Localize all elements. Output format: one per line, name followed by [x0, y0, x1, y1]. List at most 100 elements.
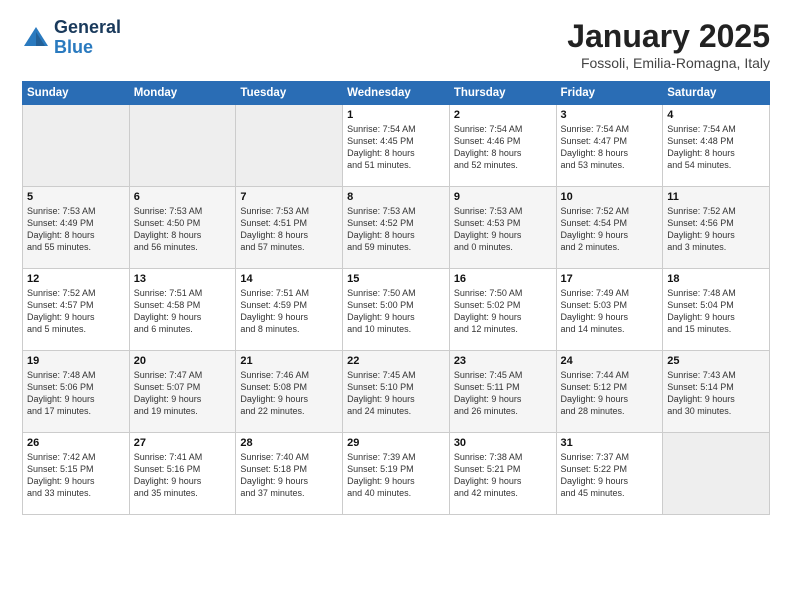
- day-info: Sunrise: 7:52 AM Sunset: 4:54 PM Dayligh…: [561, 205, 659, 254]
- day-info: Sunrise: 7:44 AM Sunset: 5:12 PM Dayligh…: [561, 369, 659, 418]
- day-info: Sunrise: 7:54 AM Sunset: 4:48 PM Dayligh…: [667, 123, 765, 172]
- calendar-subtitle: Fossoli, Emilia-Romagna, Italy: [567, 55, 770, 71]
- page: General Blue January 2025 Fossoli, Emili…: [0, 0, 792, 612]
- logo: General Blue: [22, 18, 121, 58]
- day-info: Sunrise: 7:47 AM Sunset: 5:07 PM Dayligh…: [134, 369, 232, 418]
- day-number: 16: [454, 273, 552, 285]
- day-number: 23: [454, 355, 552, 367]
- day-info: Sunrise: 7:38 AM Sunset: 5:21 PM Dayligh…: [454, 451, 552, 500]
- day-info: Sunrise: 7:52 AM Sunset: 4:56 PM Dayligh…: [667, 205, 765, 254]
- calendar-cell: 1 Sunrise: 7:54 AM Sunset: 4:45 PM Daylig…: [343, 105, 450, 187]
- calendar-cell: 2 Sunrise: 7:54 AM Sunset: 4:46 PM Daylig…: [449, 105, 556, 187]
- logo-general-text: General: [54, 18, 121, 38]
- day-number: 12: [27, 273, 125, 285]
- weekday-header-sunday: Sunday: [23, 82, 130, 105]
- weekday-header-tuesday: Tuesday: [236, 82, 343, 105]
- day-info: Sunrise: 7:48 AM Sunset: 5:06 PM Dayligh…: [27, 369, 125, 418]
- day-number: 22: [347, 355, 445, 367]
- day-number: 29: [347, 437, 445, 449]
- day-number: 10: [561, 191, 659, 203]
- day-number: 15: [347, 273, 445, 285]
- day-info: Sunrise: 7:54 AM Sunset: 4:46 PM Dayligh…: [454, 123, 552, 172]
- calendar-cell: 12 Sunrise: 7:52 AM Sunset: 4:57 PM Dayli…: [23, 269, 130, 351]
- calendar-week-2: 5 Sunrise: 7:53 AM Sunset: 4:49 PM Daylig…: [23, 187, 770, 269]
- weekday-header-saturday: Saturday: [663, 82, 770, 105]
- calendar-cell: 3Sunrise: 7:54 AM Sunset: 4:47 PM Daylig…: [556, 105, 663, 187]
- day-info: Sunrise: 7:50 AM Sunset: 5:00 PM Dayligh…: [347, 287, 445, 336]
- calendar-cell: 7 Sunrise: 7:53 AM Sunset: 4:51 PM Daylig…: [236, 187, 343, 269]
- weekday-header-friday: Friday: [556, 82, 663, 105]
- day-info: Sunrise: 7:45 AM Sunset: 5:11 PM Dayligh…: [454, 369, 552, 418]
- day-number: 9: [454, 191, 552, 203]
- day-number: 7: [240, 191, 338, 203]
- day-number: 11: [667, 191, 765, 203]
- calendar-cell: 19 Sunrise: 7:48 AM Sunset: 5:06 PM Dayli…: [23, 351, 130, 433]
- header-row: SundayMondayTuesdayWednesdayThursdayFrid…: [23, 82, 770, 105]
- day-number: 1: [347, 109, 445, 121]
- day-info: Sunrise: 7:46 AM Sunset: 5:08 PM Dayligh…: [240, 369, 338, 418]
- calendar-title: January 2025: [567, 18, 770, 55]
- day-number: 2: [454, 109, 552, 121]
- calendar-cell: 17 Sunrise: 7:49 AM Sunset: 5:03 PM Dayli…: [556, 269, 663, 351]
- day-info: Sunrise: 7:40 AM Sunset: 5:18 PM Dayligh…: [240, 451, 338, 500]
- calendar-cell: 8Sunrise: 7:53 AM Sunset: 4:52 PM Daylig…: [343, 187, 450, 269]
- calendar-cell: [129, 105, 236, 187]
- day-number: 4: [667, 109, 765, 121]
- day-info: Sunrise: 7:48 AM Sunset: 5:04 PM Dayligh…: [667, 287, 765, 336]
- day-info: Sunrise: 7:49 AM Sunset: 5:03 PM Dayligh…: [561, 287, 659, 336]
- day-info: Sunrise: 7:42 AM Sunset: 5:15 PM Dayligh…: [27, 451, 125, 500]
- calendar-cell: 31Sunrise: 7:37 AM Sunset: 5:22 PM Dayli…: [556, 433, 663, 515]
- day-number: 20: [134, 355, 232, 367]
- day-number: 13: [134, 273, 232, 285]
- day-number: 30: [454, 437, 552, 449]
- calendar-cell: 5 Sunrise: 7:53 AM Sunset: 4:49 PM Daylig…: [23, 187, 130, 269]
- logo-icon: [22, 24, 50, 52]
- day-info: Sunrise: 7:43 AM Sunset: 5:14 PM Dayligh…: [667, 369, 765, 418]
- calendar-cell: [236, 105, 343, 187]
- day-number: 18: [667, 273, 765, 285]
- day-number: 21: [240, 355, 338, 367]
- day-number: 19: [27, 355, 125, 367]
- calendar-cell: 29Sunrise: 7:39 AM Sunset: 5:19 PM Dayli…: [343, 433, 450, 515]
- calendar-cell: 15 Sunrise: 7:50 AM Sunset: 5:00 PM Dayli…: [343, 269, 450, 351]
- day-number: 17: [561, 273, 659, 285]
- weekday-header-wednesday: Wednesday: [343, 82, 450, 105]
- day-number: 5: [27, 191, 125, 203]
- calendar-cell: 11 Sunrise: 7:52 AM Sunset: 4:56 PM Dayli…: [663, 187, 770, 269]
- calendar-cell: 14Sunrise: 7:51 AM Sunset: 4:59 PM Dayli…: [236, 269, 343, 351]
- day-info: Sunrise: 7:52 AM Sunset: 4:57 PM Dayligh…: [27, 287, 125, 336]
- day-number: 14: [240, 273, 338, 285]
- calendar-cell: 16 Sunrise: 7:50 AM Sunset: 5:02 PM Dayli…: [449, 269, 556, 351]
- calendar-cell: 6Sunrise: 7:53 AM Sunset: 4:50 PM Daylig…: [129, 187, 236, 269]
- day-number: 24: [561, 355, 659, 367]
- calendar-cell: 10 Sunrise: 7:52 AM Sunset: 4:54 PM Dayli…: [556, 187, 663, 269]
- calendar-cell: 30 Sunrise: 7:38 AM Sunset: 5:21 PM Dayli…: [449, 433, 556, 515]
- calendar-cell: 21 Sunrise: 7:46 AM Sunset: 5:08 PM Dayli…: [236, 351, 343, 433]
- day-info: Sunrise: 7:45 AM Sunset: 5:10 PM Dayligh…: [347, 369, 445, 418]
- day-number: 31: [561, 437, 659, 449]
- calendar-table: SundayMondayTuesdayWednesdayThursdayFrid…: [22, 81, 770, 515]
- calendar-cell: 26 Sunrise: 7:42 AM Sunset: 5:15 PM Dayli…: [23, 433, 130, 515]
- logo-blue-text: Blue: [54, 38, 121, 58]
- calendar-cell: 13Sunrise: 7:51 AM Sunset: 4:58 PM Dayli…: [129, 269, 236, 351]
- logo-text: General Blue: [54, 18, 121, 58]
- day-info: Sunrise: 7:54 AM Sunset: 4:45 PM Dayligh…: [347, 123, 445, 172]
- day-number: 28: [240, 437, 338, 449]
- day-info: Sunrise: 7:53 AM Sunset: 4:52 PM Dayligh…: [347, 205, 445, 254]
- calendar-cell: 4 Sunrise: 7:54 AM Sunset: 4:48 PM Daylig…: [663, 105, 770, 187]
- calendar-cell: 24 Sunrise: 7:44 AM Sunset: 5:12 PM Dayli…: [556, 351, 663, 433]
- title-block: January 2025 Fossoli, Emilia-Romagna, It…: [567, 18, 770, 71]
- day-info: Sunrise: 7:50 AM Sunset: 5:02 PM Dayligh…: [454, 287, 552, 336]
- calendar-cell: 9Sunrise: 7:53 AM Sunset: 4:53 PM Daylig…: [449, 187, 556, 269]
- day-number: 26: [27, 437, 125, 449]
- weekday-header-monday: Monday: [129, 82, 236, 105]
- day-info: Sunrise: 7:53 AM Sunset: 4:51 PM Dayligh…: [240, 205, 338, 254]
- day-info: Sunrise: 7:53 AM Sunset: 4:49 PM Dayligh…: [27, 205, 125, 254]
- day-info: Sunrise: 7:54 AM Sunset: 4:47 PM Dayligh…: [561, 123, 659, 172]
- calendar-week-3: 12 Sunrise: 7:52 AM Sunset: 4:57 PM Dayli…: [23, 269, 770, 351]
- calendar-cell: 22 Sunrise: 7:45 AM Sunset: 5:10 PM Dayli…: [343, 351, 450, 433]
- day-info: Sunrise: 7:53 AM Sunset: 4:50 PM Dayligh…: [134, 205, 232, 254]
- day-info: Sunrise: 7:41 AM Sunset: 5:16 PM Dayligh…: [134, 451, 232, 500]
- calendar-week-4: 19 Sunrise: 7:48 AM Sunset: 5:06 PM Dayli…: [23, 351, 770, 433]
- calendar-cell: 23 Sunrise: 7:45 AM Sunset: 5:11 PM Dayli…: [449, 351, 556, 433]
